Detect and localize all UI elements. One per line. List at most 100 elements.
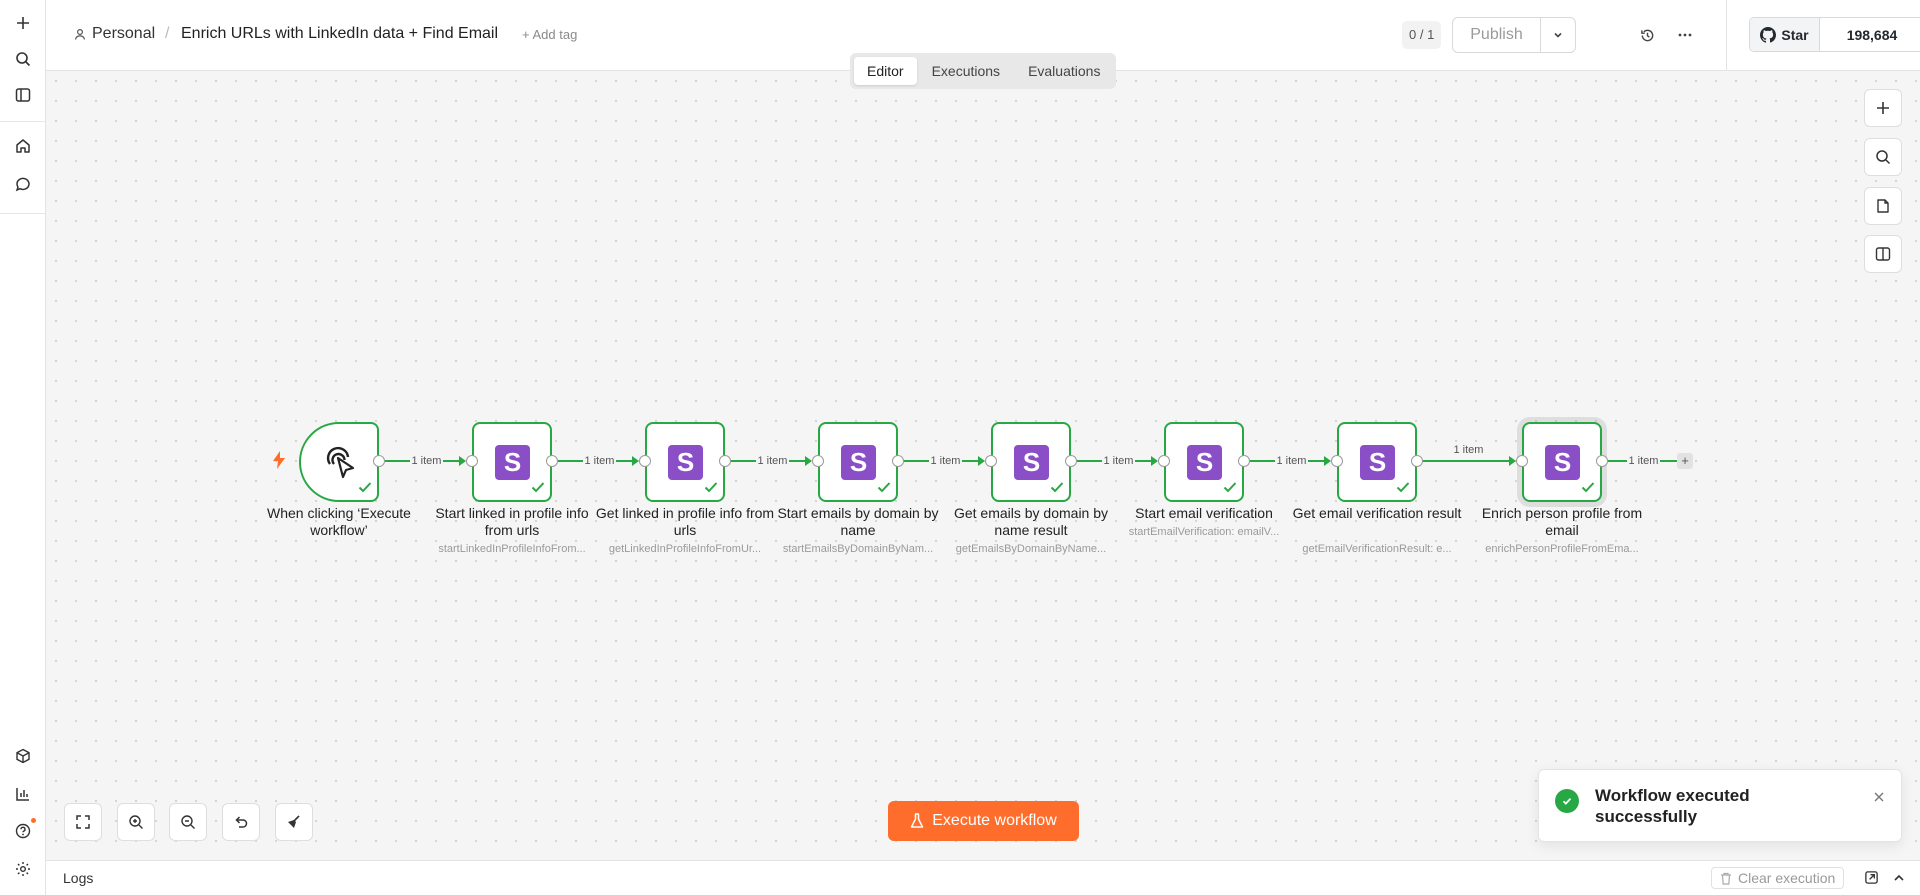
sticky-note-button[interactable] <box>1864 187 1902 225</box>
notification-dot <box>31 818 36 823</box>
templates-icon[interactable] <box>11 744 35 768</box>
tab-evaluations[interactable]: Evaluations <box>1015 57 1113 85</box>
tab-executions[interactable]: Executions <box>919 57 1013 85</box>
sticky-note-icon <box>1877 199 1889 213</box>
service-logo-icon: S <box>1187 445 1222 480</box>
workflow-node[interactable]: S <box>1522 422 1602 502</box>
zoom-in-button[interactable] <box>117 803 155 841</box>
workflow-node[interactable]: S <box>645 422 725 502</box>
panel-toggle-button[interactable] <box>1864 235 1902 273</box>
project-name: Personal <box>92 25 156 42</box>
search-icon[interactable] <box>11 47 35 71</box>
success-check-icon <box>1050 480 1064 497</box>
fullscreen-icon <box>76 815 90 829</box>
output-handle[interactable] <box>719 455 731 467</box>
output-handle[interactable] <box>373 455 385 467</box>
publish-dropdown-button[interactable] <box>1541 18 1575 52</box>
node-subtitle: startLinkedInProfileInfoFrom... <box>438 543 586 555</box>
output-handle[interactable] <box>1596 455 1608 467</box>
breadcrumb-separator: / <box>165 25 170 42</box>
close-icon[interactable] <box>1873 790 1885 808</box>
plus-icon[interactable] <box>11 11 35 35</box>
undo-button[interactable] <box>222 803 260 841</box>
output-handle[interactable] <box>546 455 558 467</box>
flask-icon <box>911 813 924 828</box>
service-logo-icon: S <box>841 445 876 480</box>
publish-button[interactable]: Publish <box>1453 18 1541 52</box>
output-handle[interactable] <box>1411 455 1423 467</box>
node-title: Enrich person profile from email <box>1481 505 1643 538</box>
add-node-button[interactable] <box>1864 89 1902 127</box>
tab-editor[interactable]: Editor <box>854 57 917 85</box>
output-handle[interactable] <box>1238 455 1250 467</box>
success-check-icon <box>1581 480 1595 497</box>
tidy-up-button[interactable] <box>275 803 313 841</box>
clear-execution-button[interactable]: Clear execution <box>1711 867 1845 889</box>
node-title: Start emails by domain by name <box>777 505 939 538</box>
node-subtitle: getLinkedInProfileInfoFromUr... <box>608 543 762 555</box>
node-subtitle: startEmailVerification: emailV... <box>1128 526 1280 538</box>
service-logo-icon: S <box>1360 445 1395 480</box>
chevron-up-icon[interactable] <box>1892 871 1906 890</box>
popout-icon[interactable] <box>1864 870 1879 890</box>
trigger-bolt-icon <box>272 451 286 474</box>
node-title: Start email verification <box>1135 505 1273 521</box>
workflow-node[interactable]: S <box>472 422 552 502</box>
output-handle[interactable] <box>892 455 904 467</box>
workflow-node[interactable] <box>299 422 379 502</box>
chat-icon[interactable] <box>11 172 35 196</box>
node-title: When clicking ‘Execute workflow’ <box>267 505 411 538</box>
input-handle[interactable] <box>639 455 651 467</box>
add-node-plus-icon[interactable]: + <box>1677 453 1693 469</box>
execute-workflow-label: Execute workflow <box>932 812 1057 829</box>
sidebar-toggle-icon[interactable] <box>11 83 35 107</box>
input-handle[interactable] <box>1331 455 1343 467</box>
more-options-icon[interactable] <box>1673 23 1697 47</box>
node-subtitle: enrichPersonProfileFromEma... <box>1485 543 1639 555</box>
input-handle[interactable] <box>1158 455 1170 467</box>
workflow-node[interactable]: S <box>1337 422 1417 502</box>
github-star-button[interactable]: Star <box>1750 18 1820 51</box>
zoom-in-icon <box>129 815 143 829</box>
service-logo-icon: S <box>1014 445 1049 480</box>
input-handle[interactable] <box>985 455 997 467</box>
fit-view-button[interactable] <box>64 803 102 841</box>
canvas-search-button[interactable] <box>1864 138 1902 176</box>
input-handle[interactable] <box>812 455 824 467</box>
success-check-icon <box>704 480 718 497</box>
github-star-count: 198,684 <box>1846 26 1898 43</box>
insights-icon[interactable] <box>11 782 35 806</box>
publish-button-group: Publish <box>1452 17 1576 53</box>
rail-divider <box>0 213 46 214</box>
user-icon <box>74 28 86 40</box>
input-handle[interactable] <box>466 455 478 467</box>
github-star-widget[interactable]: Star 198,684 <box>1749 17 1920 52</box>
logs-bar[interactable]: Logs Clear execution <box>46 860 1920 895</box>
zoom-out-icon <box>181 815 195 829</box>
node-subtitle: getEmailsByDomainByName... <box>955 543 1107 555</box>
input-handle[interactable] <box>1516 455 1528 467</box>
output-handle[interactable] <box>1065 455 1077 467</box>
workflow-node[interactable]: S <box>818 422 898 502</box>
breadcrumb-project[interactable]: Personal <box>74 25 155 43</box>
add-tag-link[interactable]: + Add tag <box>522 27 577 42</box>
cursor-click-icon <box>326 446 355 479</box>
zoom-out-button[interactable] <box>169 803 207 841</box>
edge-item-count: 1 item <box>1274 455 1309 467</box>
history-icon[interactable] <box>1635 23 1659 47</box>
execute-workflow-button[interactable]: Execute workflow <box>888 801 1079 841</box>
node-subtitle: getEmailVerificationResult: e... <box>1302 543 1452 555</box>
edge-item-count: 1 item <box>928 455 963 467</box>
view-tabs: Editor Executions Evaluations <box>850 53 1116 89</box>
broom-icon <box>288 815 300 828</box>
settings-gear-icon[interactable] <box>11 857 35 881</box>
search-icon <box>1876 150 1891 165</box>
service-logo-icon: S <box>1545 445 1580 480</box>
clear-execution-label: Clear execution <box>1738 870 1836 886</box>
workflow-name[interactable]: Enrich URLs with LinkedIn data + Find Em… <box>181 25 498 43</box>
success-check-icon <box>877 480 891 497</box>
workflow-node[interactable]: S <box>1164 422 1244 502</box>
edge-item-count: 1 item <box>582 455 617 467</box>
home-icon[interactable] <box>11 134 35 158</box>
workflow-node[interactable]: S <box>991 422 1071 502</box>
